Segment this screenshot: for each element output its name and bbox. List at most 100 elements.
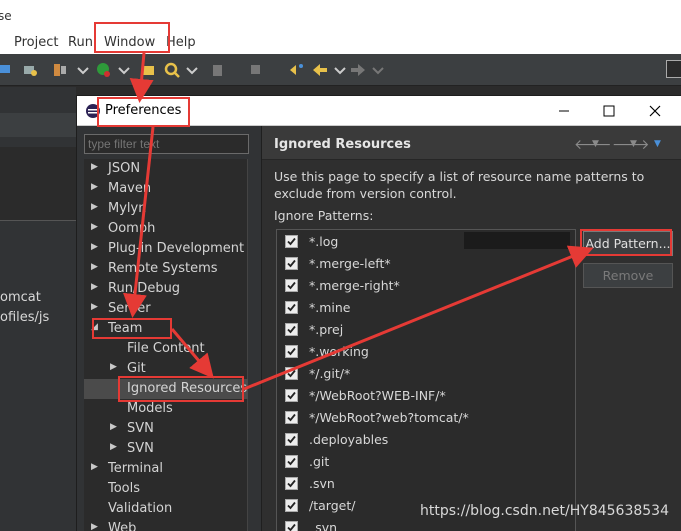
pattern-row[interactable]: .git bbox=[277, 451, 575, 473]
pattern-checkbox[interactable] bbox=[285, 411, 298, 424]
tree-item-label: Maven bbox=[108, 181, 152, 196]
filter-input[interactable] bbox=[84, 134, 249, 154]
pattern-checkbox[interactable] bbox=[285, 345, 298, 358]
pattern-row[interactable]: */WebRoot?WEB-INF/* bbox=[277, 385, 575, 407]
expand-arrow-icon[interactable]: ▶ bbox=[91, 182, 98, 192]
preference-page: Ignored Resources 🡐 ▼ 🡒 ▼ ▼ Use this pag… bbox=[261, 126, 681, 531]
pattern-checkbox[interactable] bbox=[285, 235, 298, 248]
preferences-dialog: Preferences ▶JSON▶Maven▶Mylyn▶Oomph▶Plug… bbox=[76, 95, 681, 531]
pattern-row[interactable]: */.git/* bbox=[277, 363, 575, 385]
expand-arrow-icon[interactable]: ▶ bbox=[91, 222, 98, 232]
tree-item[interactable]: File Content bbox=[84, 339, 248, 359]
tree-item[interactable]: ▶ Terminal bbox=[84, 459, 248, 479]
debug-tool-icon[interactable] bbox=[22, 62, 38, 78]
annotation-icon[interactable] bbox=[210, 62, 226, 78]
forward-arrow-icon[interactable] bbox=[350, 62, 366, 78]
menu-project[interactable]: Project bbox=[14, 35, 58, 50]
view-menu-icon[interactable]: ▼ bbox=[654, 139, 661, 149]
quick-access-box[interactable] bbox=[666, 60, 681, 78]
pattern-row[interactable]: *.merge-left* bbox=[277, 253, 575, 275]
tree-item[interactable]: Tools bbox=[84, 479, 248, 499]
maximize-icon[interactable] bbox=[599, 101, 619, 121]
pattern-label: *.prej bbox=[309, 322, 344, 337]
expand-arrow-icon[interactable]: ▶ bbox=[110, 422, 117, 432]
pattern-checkbox[interactable] bbox=[285, 301, 298, 314]
pattern-label: .git bbox=[309, 454, 330, 469]
open-folder-icon[interactable] bbox=[140, 62, 156, 78]
pattern-row[interactable]: *.prej bbox=[277, 319, 575, 341]
pattern-label: *.merge-right* bbox=[309, 278, 400, 293]
next-annotation-icon[interactable] bbox=[248, 62, 264, 78]
pattern-row[interactable]: .svn bbox=[277, 473, 575, 495]
expand-arrow-icon[interactable]: ▶ bbox=[110, 442, 117, 452]
chevron-down-icon[interactable] bbox=[332, 62, 348, 78]
pattern-checkbox[interactable] bbox=[285, 521, 298, 531]
tree-item[interactable]: Validation bbox=[84, 499, 248, 519]
tree-item-label: Run/Debug bbox=[108, 281, 181, 296]
tree-item[interactable]: Models bbox=[84, 399, 248, 419]
pattern-checkbox[interactable] bbox=[285, 257, 298, 270]
expand-arrow-icon[interactable]: ▶ bbox=[91, 202, 98, 212]
pattern-row[interactable]: .deployables bbox=[277, 429, 575, 451]
patterns-label: Ignore Patterns: bbox=[274, 208, 374, 223]
menu-help[interactable]: Help bbox=[166, 35, 196, 50]
tree-item[interactable]: ▶ SVN bbox=[84, 419, 248, 439]
pattern-row[interactable]: _svn bbox=[277, 517, 575, 531]
pattern-row[interactable]: */WebRoot?web?tomcat/* bbox=[277, 407, 575, 429]
chevron-down-icon[interactable] bbox=[370, 62, 386, 78]
ignore-patterns-list[interactable]: *.log *.merge-left* *.merge-right* *.mine *.… bbox=[276, 229, 576, 531]
close-icon[interactable] bbox=[645, 101, 665, 121]
remove-button[interactable]: Remove bbox=[583, 263, 673, 288]
tree-item[interactable]: ▶ Maven bbox=[84, 179, 248, 199]
expand-arrow-icon[interactable]: ▶ bbox=[91, 282, 98, 292]
expand-arrow-icon[interactable]: ▶ bbox=[91, 262, 98, 272]
tree-item-label: SVN bbox=[127, 421, 154, 436]
pattern-label: .deployables bbox=[309, 432, 389, 447]
expand-arrow-icon[interactable]: ▶ bbox=[91, 522, 98, 531]
chevron-down-icon[interactable] bbox=[75, 62, 91, 78]
pattern-label: .svn bbox=[309, 476, 335, 491]
pattern-checkbox[interactable] bbox=[285, 477, 298, 490]
pattern-checkbox[interactable] bbox=[285, 389, 298, 402]
pattern-checkbox[interactable] bbox=[285, 433, 298, 446]
menu-run[interactable]: Run bbox=[68, 35, 93, 50]
run-external-icon[interactable] bbox=[96, 62, 112, 78]
back-arrow-icon[interactable] bbox=[312, 62, 328, 78]
pattern-row[interactable]: *.mine bbox=[277, 297, 575, 319]
bookmark-icon[interactable] bbox=[52, 62, 68, 78]
pattern-checkbox[interactable] bbox=[285, 499, 298, 512]
tree-item-label: Models bbox=[127, 401, 173, 416]
preferences-tree: ▶ JSON ▶ Maven ▶ Mylyn ▶ Oomph ▶ Plug-in Developm… bbox=[84, 159, 248, 531]
tree-item-label: Web bbox=[108, 521, 137, 531]
pattern-checkbox[interactable] bbox=[285, 367, 298, 380]
search-icon[interactable] bbox=[164, 62, 180, 78]
pattern-checkbox[interactable] bbox=[285, 455, 298, 468]
tree-item[interactable]: ▶ Run/Debug bbox=[84, 279, 248, 299]
workspace-text: omcat bbox=[0, 290, 41, 305]
pattern-checkbox[interactable] bbox=[285, 279, 298, 292]
tree-item[interactable]: ▶ Server bbox=[84, 299, 248, 319]
chevron-down-icon[interactable] bbox=[184, 62, 200, 78]
pattern-row[interactable]: *.working bbox=[277, 341, 575, 363]
expand-arrow-icon[interactable]: ▶ bbox=[91, 242, 98, 252]
tree-item[interactable]: ▶ Web bbox=[84, 519, 248, 531]
pattern-checkbox[interactable] bbox=[285, 323, 298, 336]
tree-item[interactable]: ▶ Mylyn bbox=[84, 199, 248, 219]
chevron-down-icon[interactable] bbox=[116, 62, 132, 78]
chevron-down-icon[interactable]: ▼ bbox=[592, 139, 599, 149]
tree-item[interactable]: ▶ JSON bbox=[84, 159, 248, 179]
minimize-icon[interactable] bbox=[554, 101, 574, 121]
expand-arrow-icon[interactable]: ▶ bbox=[110, 362, 117, 372]
tree-item[interactable]: ▶ SVN bbox=[84, 439, 248, 459]
pattern-row[interactable]: *.merge-right* bbox=[277, 275, 575, 297]
tree-item[interactable]: ▶ Remote Systems bbox=[84, 259, 248, 279]
workspace-text: ofiles/js bbox=[0, 310, 50, 325]
monitor-icon[interactable] bbox=[0, 62, 16, 78]
tree-item[interactable]: ▶ Oomph bbox=[84, 219, 248, 239]
tree-item[interactable]: ▶ Plug-in Development bbox=[84, 239, 248, 259]
expand-arrow-icon[interactable]: ▶ bbox=[91, 462, 98, 472]
chevron-down-icon[interactable]: ▼ bbox=[630, 139, 637, 149]
expand-arrow-icon[interactable]: ▶ bbox=[91, 162, 98, 172]
last-edit-icon[interactable] bbox=[288, 62, 304, 78]
expand-arrow-icon[interactable]: ▶ bbox=[91, 302, 98, 312]
